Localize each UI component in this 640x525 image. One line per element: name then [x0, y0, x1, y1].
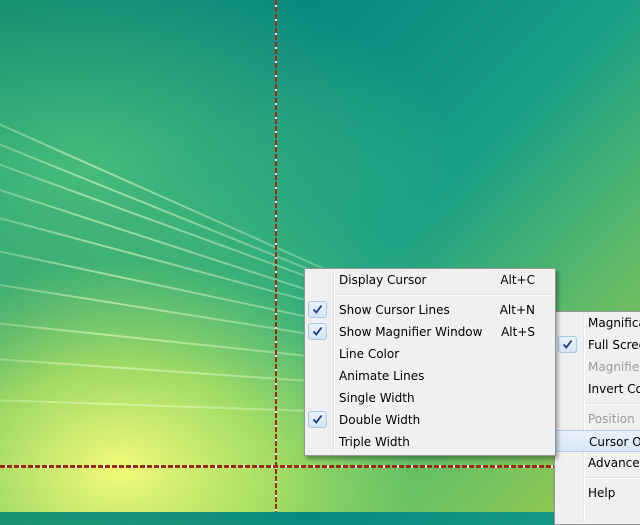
- menu-item-label: Invert Col: [588, 382, 640, 396]
- menu-item-show-cursor-lines[interactable]: Show Cursor Lines Alt+N: [305, 299, 555, 321]
- menu-item-invert-colors[interactable]: Invert Col: [555, 378, 640, 400]
- menu-item-position: Position: [555, 408, 640, 430]
- menu-item-label: Display Cursor: [339, 273, 427, 287]
- check-icon: [558, 336, 577, 353]
- menu-item-label: Position: [588, 412, 635, 426]
- menu-item-shortcut: Alt+S: [501, 325, 535, 339]
- menu-item-label: Help: [588, 486, 616, 500]
- menu-item-help[interactable]: Help: [555, 482, 640, 504]
- menu-item-triple-width[interactable]: Triple Width: [305, 431, 555, 453]
- menu-item-label: Line Color: [339, 347, 400, 361]
- menu-item-label: Magnifier: [588, 360, 640, 374]
- menu-item-advanced[interactable]: Advanced: [555, 452, 640, 474]
- menu-item-label: Single Width: [339, 391, 415, 405]
- cursor-options-submenu: Display Cursor Alt+C Show Cursor Lines A…: [304, 268, 556, 456]
- menu-item-cursor-options[interactable]: Cursor Op: [555, 430, 640, 452]
- check-icon: [308, 323, 327, 340]
- menu-item-label: Advanced: [588, 456, 640, 470]
- menu-item-single-width[interactable]: Single Width: [305, 387, 555, 409]
- menu-item-double-width[interactable]: Double Width: [305, 409, 555, 431]
- menu-item-label: Animate Lines: [339, 369, 425, 383]
- menu-item-magnifier: Magnifier: [555, 356, 640, 378]
- menu-item-label: Full Screen: [588, 338, 640, 352]
- menu-item-display-cursor[interactable]: Display Cursor Alt+C: [305, 269, 555, 291]
- vertical-cursor-line: [275, 0, 277, 512]
- menu-item-full-screen[interactable]: Full Screen: [555, 334, 640, 356]
- menu-item-shortcut: Alt+C: [500, 273, 535, 287]
- menu-item-show-magnifier-window[interactable]: Show Magnifier Window Alt+S: [305, 321, 555, 343]
- menu-item-magnification[interactable]: Magnifica: [555, 312, 640, 334]
- menu-item-line-color[interactable]: Line Color: [305, 343, 555, 365]
- menu-item-label: Show Magnifier Window: [339, 325, 483, 339]
- horizontal-cursor-line: [0, 465, 640, 468]
- menu-separator: [305, 291, 555, 299]
- menu-item-animate-lines[interactable]: Animate Lines: [305, 365, 555, 387]
- menu-separator: [555, 400, 640, 408]
- menu-item-shortcut: Alt+N: [499, 303, 535, 317]
- menu-separator: [555, 474, 640, 482]
- check-icon: [308, 301, 327, 318]
- menu-item-label: Magnifica: [588, 316, 640, 330]
- magnifier-context-menu: Magnifica Full Screen Magnifier Invert C…: [554, 311, 640, 525]
- menu-item-label: Cursor Op: [589, 435, 640, 449]
- menu-item-label: Double Width: [339, 413, 421, 427]
- menu-item-label: Show Cursor Lines: [339, 303, 450, 317]
- check-icon: [308, 411, 327, 428]
- menu-item-label: Triple Width: [339, 435, 410, 449]
